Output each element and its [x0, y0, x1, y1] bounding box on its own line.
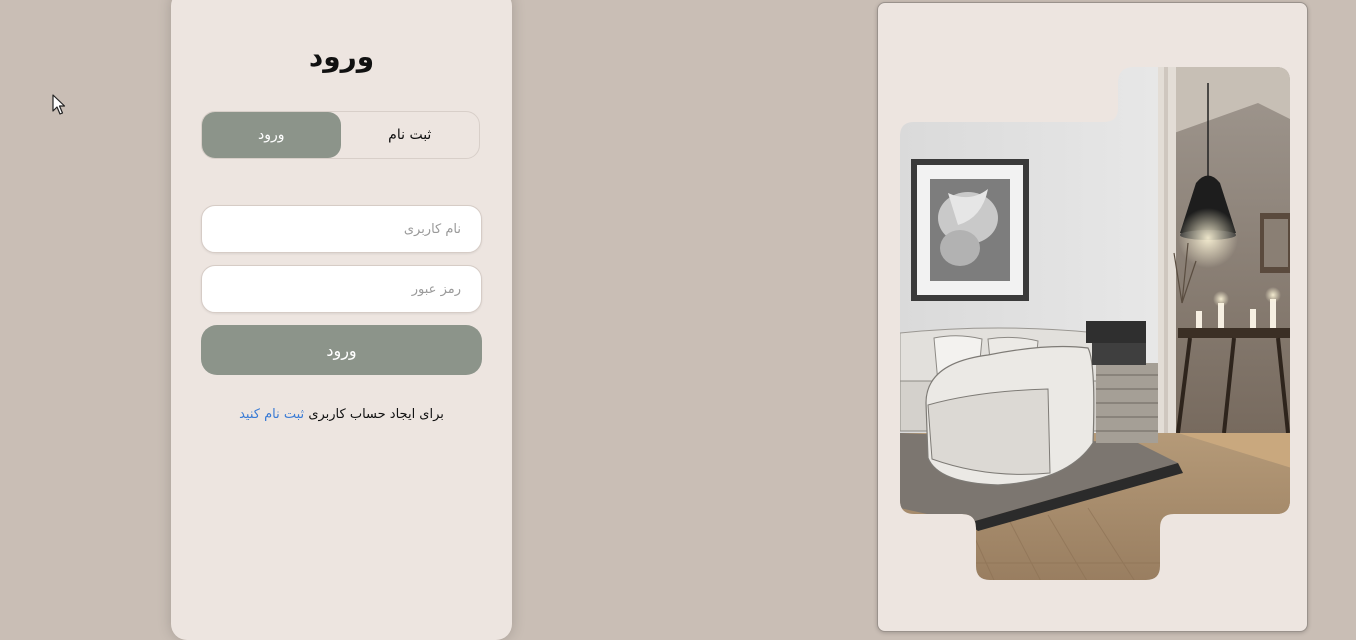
image-card	[877, 2, 1308, 632]
password-input[interactable]	[201, 265, 482, 313]
login-button[interactable]: ورود	[201, 325, 482, 375]
login-card: ورود ثبت نام ورود ورود برای ایجاد حساب ک…	[171, 0, 512, 640]
mouse-pointer-icon	[52, 94, 66, 115]
username-input[interactable]	[201, 205, 482, 253]
auth-tab-switch: ثبت نام ورود	[201, 111, 480, 159]
living-room-image	[900, 67, 1290, 580]
tab-signup[interactable]: ثبت نام	[341, 112, 480, 158]
signup-prompt-text: برای ایجاد حساب کاربری	[308, 407, 444, 422]
signup-link[interactable]: ثبت نام کنید	[239, 407, 304, 422]
page-title: ورود	[308, 40, 375, 73]
tab-login[interactable]: ورود	[202, 112, 341, 158]
signup-prompt: برای ایجاد حساب کاربری ثبت نام کنید	[171, 407, 512, 422]
